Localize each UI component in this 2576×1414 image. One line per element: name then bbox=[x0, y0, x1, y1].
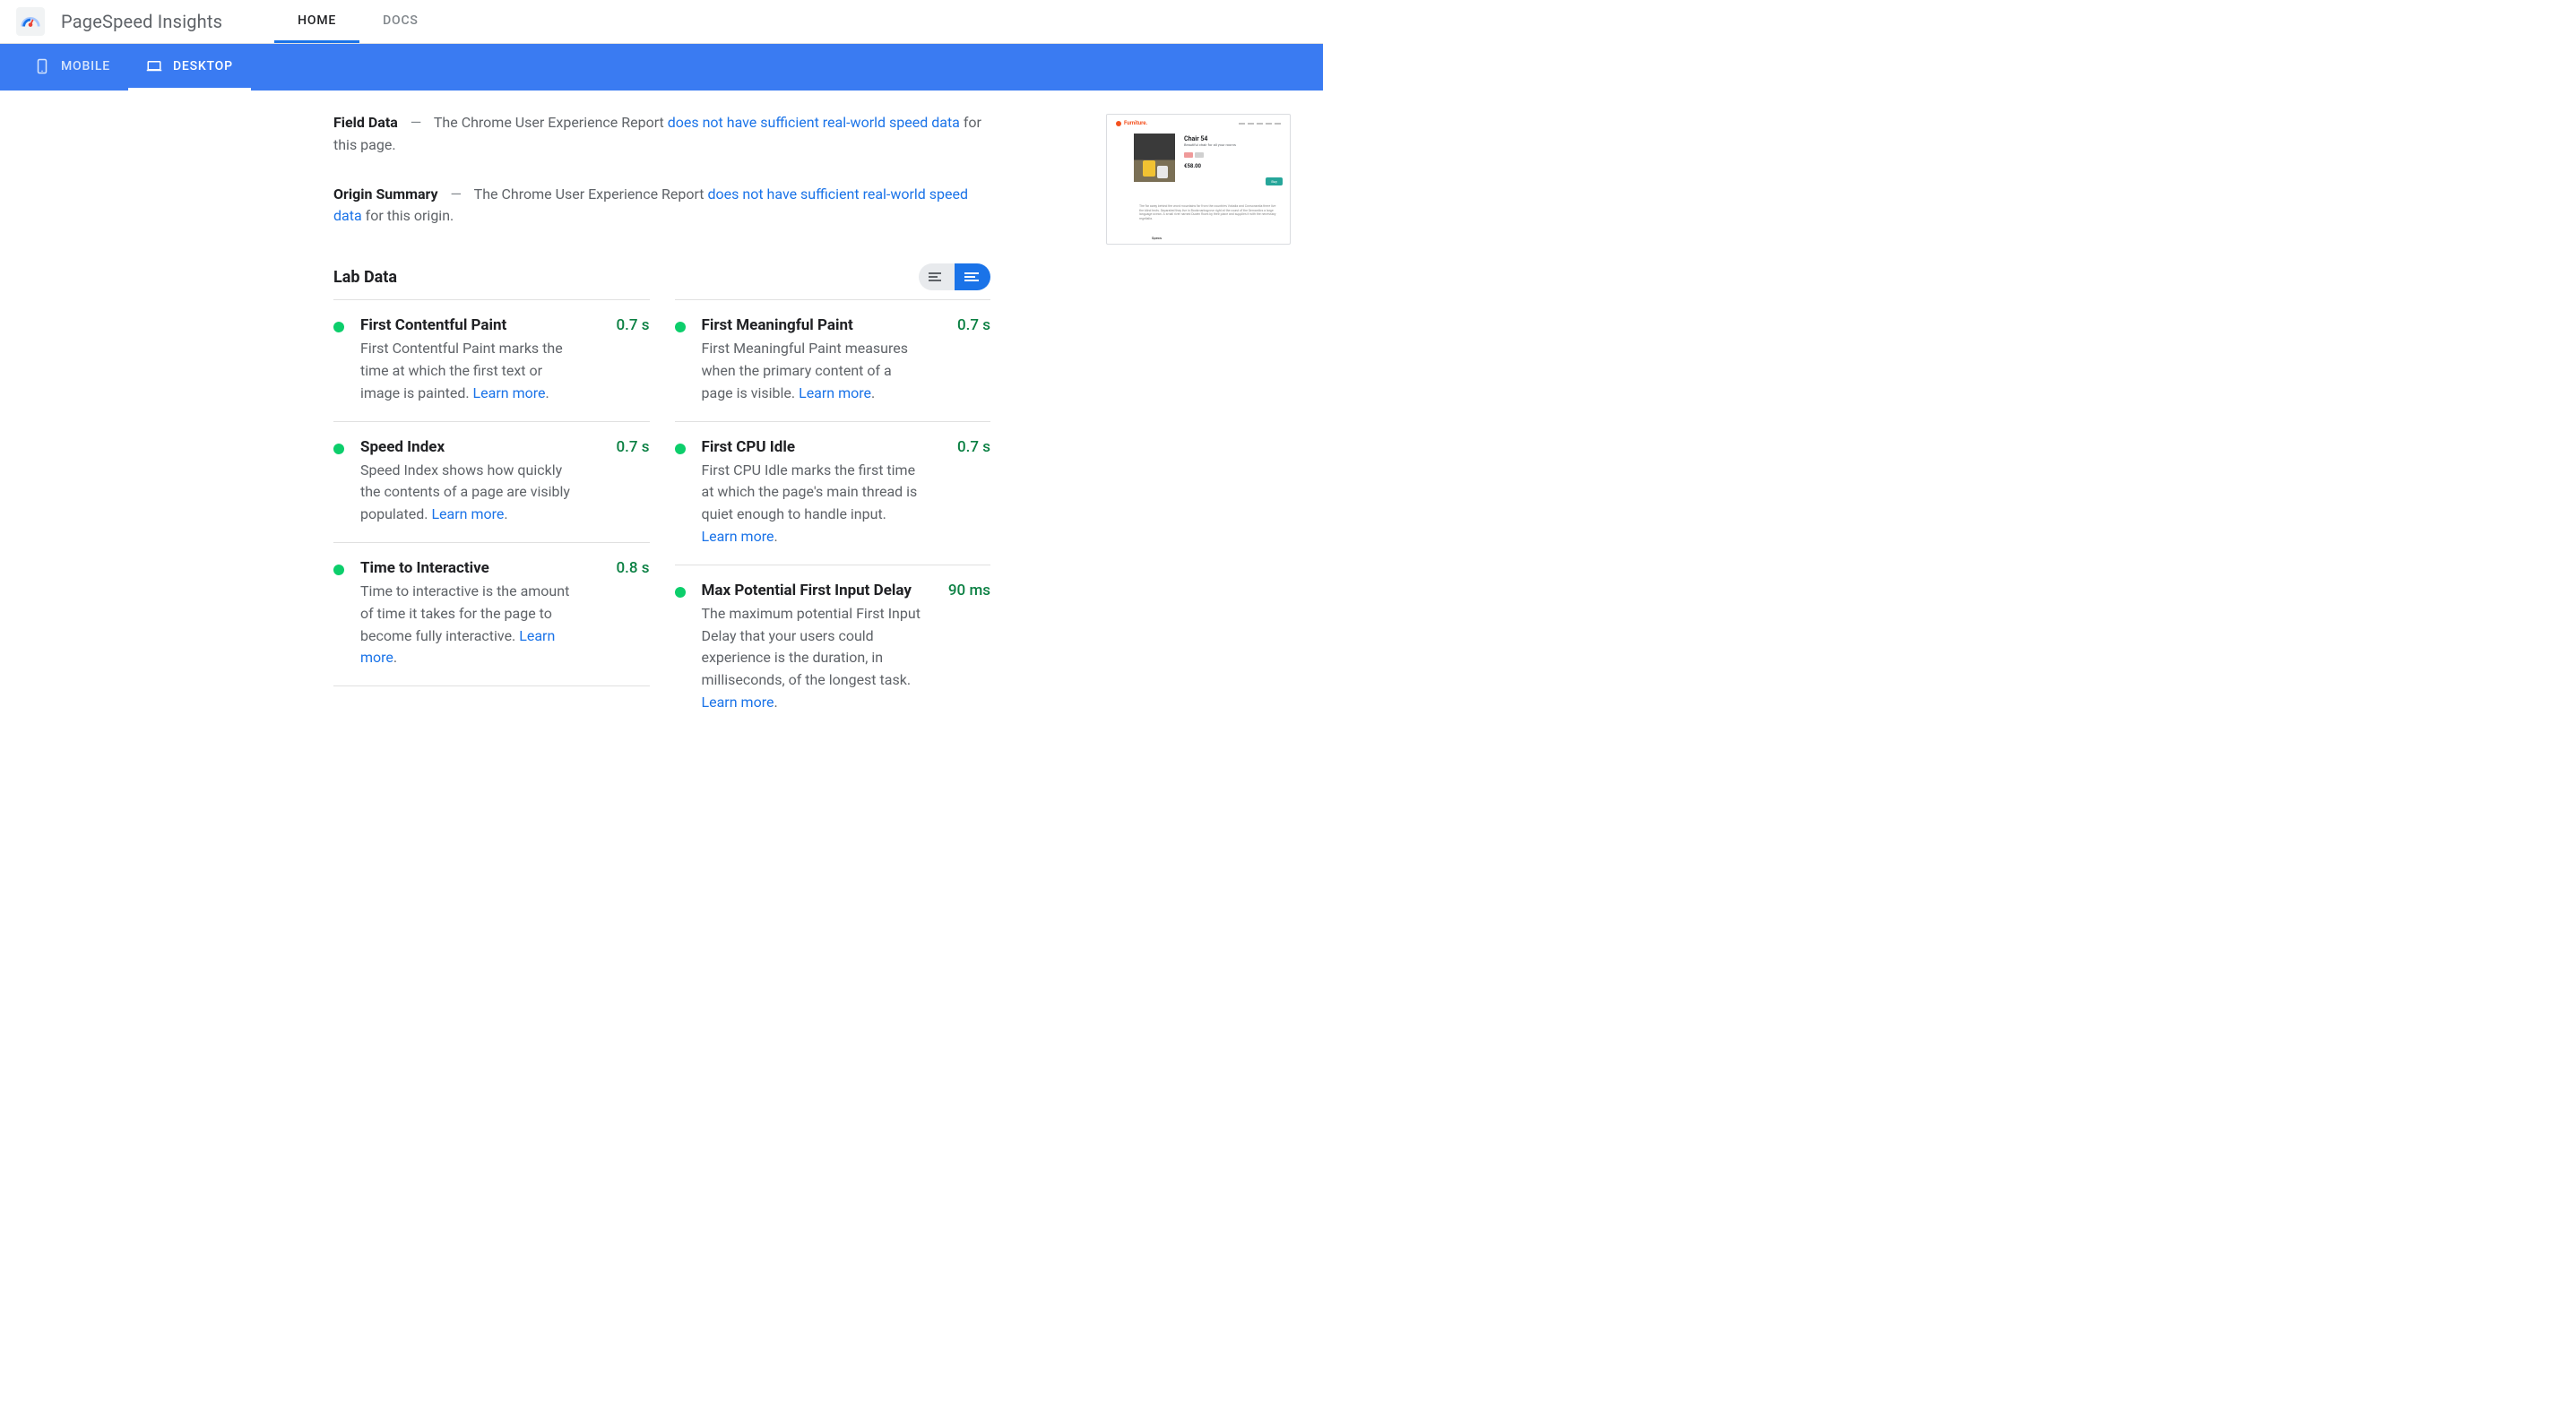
origin-summary-pre: The Chrome User Experience Report bbox=[474, 185, 708, 203]
preview-brand: Furniture. bbox=[1124, 120, 1147, 126]
field-data-section: Field Data — The Chrome User Experience … bbox=[333, 112, 990, 157]
tab-desktop-label: DESKTOP bbox=[173, 59, 233, 73]
metric-desc: The maximum potential First Input Delay … bbox=[702, 603, 926, 714]
status-dot-icon bbox=[675, 322, 686, 332]
metrics-grid: First Contentful Paint 0.7 s First Conte… bbox=[333, 299, 990, 730]
metric-desc: Speed Index shows how quickly the conten… bbox=[360, 460, 584, 526]
desktop-icon bbox=[146, 58, 162, 74]
field-data-title: Field Data bbox=[333, 114, 398, 131]
origin-summary-title: Origin Summary bbox=[333, 185, 438, 203]
origin-summary-section: Origin Summary — The Chrome User Experie… bbox=[333, 184, 990, 228]
view-toggle-compact[interactable] bbox=[919, 263, 955, 290]
status-dot-icon bbox=[333, 322, 344, 332]
field-data-link[interactable]: does not have sufficient real-world spee… bbox=[668, 114, 960, 131]
page-screenshot-preview: Furniture. Chair 54 Beautiful chair for … bbox=[1106, 114, 1291, 730]
metric-title: First Contentful Paint bbox=[360, 316, 609, 334]
metric-value: 0.7 s bbox=[957, 438, 990, 456]
device-tabs-bar: MOBILE DESKTOP bbox=[0, 44, 1323, 91]
tab-home[interactable]: HOME bbox=[274, 0, 359, 43]
metric-value: 0.7 s bbox=[616, 316, 649, 334]
metric-fci: First CPU Idle 0.7 s First CPU Idle mark… bbox=[675, 421, 991, 565]
field-data-pre: The Chrome User Experience Report bbox=[434, 114, 668, 131]
metric-title: Max Potential First Input Delay bbox=[702, 582, 941, 599]
metric-value: 0.7 s bbox=[957, 316, 990, 334]
learn-more-link[interactable]: Learn more bbox=[473, 384, 546, 401]
top-tabs: HOME DOCS bbox=[274, 0, 442, 43]
metric-tti: Time to Interactive 0.8 s Time to intera… bbox=[333, 542, 650, 686]
preview-paragraph: The far away behind the word mountains f… bbox=[1139, 204, 1281, 220]
brand-title: PageSpeed Insights bbox=[61, 11, 222, 32]
mobile-icon bbox=[34, 58, 50, 74]
preview-buy-button: Buy bbox=[1266, 177, 1283, 185]
status-dot-icon bbox=[675, 444, 686, 454]
learn-more-link[interactable]: Learn more bbox=[702, 528, 774, 545]
metric-desc: First Contentful Paint marks the time at… bbox=[360, 338, 584, 404]
learn-more-link[interactable]: Learn more bbox=[799, 384, 871, 401]
metric-value: 90 ms bbox=[948, 582, 990, 599]
view-toggle-expanded[interactable] bbox=[955, 263, 990, 290]
learn-more-link[interactable]: Learn more bbox=[702, 694, 774, 711]
metrics-col-left: First Contentful Paint 0.7 s First Conte… bbox=[333, 299, 650, 730]
status-dot-icon bbox=[675, 587, 686, 598]
main-content: Field Data — The Chrome User Experience … bbox=[0, 91, 1323, 766]
view-toggle bbox=[919, 263, 990, 290]
preview-product-title: Chair 54 bbox=[1184, 135, 1277, 142]
metrics-col-right: First Meaningful Paint 0.7 s First Meani… bbox=[675, 299, 991, 730]
tab-docs[interactable]: DOCS bbox=[359, 0, 442, 43]
tab-mobile-label: MOBILE bbox=[61, 59, 110, 73]
top-header: PageSpeed Insights HOME DOCS bbox=[0, 0, 1323, 44]
origin-summary-post: for this origin. bbox=[362, 207, 454, 224]
preview-thumbnail: Furniture. Chair 54 Beautiful chair for … bbox=[1106, 114, 1291, 245]
status-dot-icon bbox=[333, 444, 344, 454]
preview-product-sub: Beautiful chair for all your rooms bbox=[1184, 142, 1277, 147]
metric-title: Speed Index bbox=[360, 438, 609, 456]
metric-mpfid: Max Potential First Input Delay 90 ms Th… bbox=[675, 565, 991, 730]
expanded-view-icon bbox=[964, 272, 981, 282]
metric-desc: First Meaningful Paint measures when the… bbox=[702, 338, 926, 404]
metric-desc: First CPU Idle marks the first time at w… bbox=[702, 460, 926, 548]
learn-more-link[interactable]: Learn more bbox=[431, 505, 504, 522]
status-dot-icon bbox=[333, 565, 344, 575]
metric-value: 0.7 s bbox=[616, 438, 649, 456]
metric-desc: Time to interactive is the amount of tim… bbox=[360, 581, 584, 669]
preview-footer: Specs bbox=[1152, 236, 1162, 240]
lab-data-header: Lab Data bbox=[333, 263, 990, 290]
metric-fmp: First Meaningful Paint 0.7 s First Meani… bbox=[675, 299, 991, 420]
tab-mobile[interactable]: MOBILE bbox=[16, 44, 128, 91]
metric-title: First CPU Idle bbox=[702, 438, 950, 456]
metric-title: Time to Interactive bbox=[360, 559, 609, 577]
metric-si: Speed Index 0.7 s Speed Index shows how … bbox=[333, 421, 650, 542]
compact-view-icon bbox=[929, 272, 945, 282]
metric-title: First Meaningful Paint bbox=[702, 316, 950, 334]
preview-price: €58.00 bbox=[1184, 163, 1277, 169]
tab-desktop[interactable]: DESKTOP bbox=[128, 44, 251, 91]
metric-fcp: First Contentful Paint 0.7 s First Conte… bbox=[333, 299, 650, 420]
lab-data-title: Lab Data bbox=[333, 268, 397, 287]
psi-logo-icon bbox=[16, 7, 45, 36]
metric-value: 0.8 s bbox=[616, 559, 649, 577]
